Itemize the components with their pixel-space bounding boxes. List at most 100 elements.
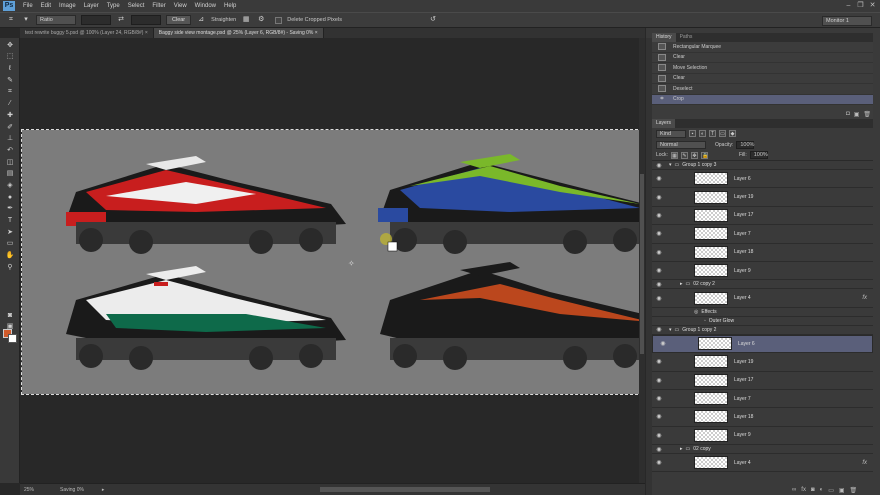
eyedropper-tool-icon[interactable]: ⁄ xyxy=(4,99,16,108)
menu-layer[interactable]: Layer xyxy=(84,3,99,9)
eye-icon[interactable]: ◉ xyxy=(655,377,663,384)
filter-shape-icon[interactable]: ▭ xyxy=(719,130,726,137)
layer-row[interactable]: ◉ Layer 9 xyxy=(652,427,873,446)
eye-icon[interactable]: ◉ xyxy=(655,395,663,402)
eye-icon[interactable]: ◦ xyxy=(704,318,706,324)
fx-icon[interactable]: fx xyxy=(801,487,806,494)
pen-tool-icon[interactable]: ✒ xyxy=(4,204,16,213)
arrow-right-icon[interactable]: ▸ xyxy=(102,487,105,493)
zoom-level[interactable]: 25% xyxy=(24,487,34,493)
move-tool-icon[interactable]: ✥ xyxy=(4,41,16,50)
eye-icon[interactable]: ◉ xyxy=(655,175,663,182)
history-brush-icon[interactable]: ↶ xyxy=(4,146,16,155)
menu-edit[interactable]: Edit xyxy=(41,3,51,9)
background-color[interactable] xyxy=(8,334,17,343)
eye-icon[interactable]: ◉ xyxy=(655,358,663,365)
eye-icon[interactable]: ◉ xyxy=(659,340,667,348)
eye-icon[interactable]: ◉ xyxy=(655,212,663,219)
menu-select[interactable]: Select xyxy=(128,3,145,9)
shape-tool-icon[interactable]: ▭ xyxy=(4,239,16,248)
history-item[interactable]: Deselect xyxy=(652,84,873,95)
hand-tool-icon[interactable]: ✋ xyxy=(4,251,16,260)
eye-icon[interactable]: ◉ xyxy=(655,281,663,288)
height-field[interactable] xyxy=(131,15,161,25)
layer-row[interactable]: ◉ Layer 17 xyxy=(652,207,873,226)
filter-type-icon[interactable]: T xyxy=(709,130,716,137)
canvas-area[interactable]: ✧ xyxy=(20,38,660,483)
layer-row[interactable]: ◉ Layer 7 xyxy=(652,390,873,409)
eraser-tool-icon[interactable]: ◫ xyxy=(4,158,16,167)
layer-row-selected[interactable]: ◉ Layer 6 xyxy=(652,334,873,354)
menu-help[interactable]: Help xyxy=(224,3,236,9)
fill-field[interactable]: 100% xyxy=(749,151,768,159)
menu-view[interactable]: View xyxy=(174,3,187,9)
eye-icon[interactable]: ◉ xyxy=(655,326,663,333)
type-tool-icon[interactable]: T xyxy=(4,216,16,225)
layer-group-row[interactable]: ◉ ▾ ▭ Group 1 copy 2 xyxy=(652,326,873,335)
lock-position-icon[interactable]: ✥ xyxy=(690,151,698,159)
delete-cropped-checkbox[interactable] xyxy=(275,16,283,24)
crop-tool-icon[interactable]: ⌗ xyxy=(6,15,16,25)
eye-icon[interactable]: ◉ xyxy=(655,267,663,274)
tab-baggy-montage[interactable]: Baggy side view montage.psd @ 25% (Layer… xyxy=(153,28,324,38)
lasso-tool-icon[interactable]: ℓ xyxy=(4,64,16,73)
menu-file[interactable]: File xyxy=(23,3,33,9)
quick-select-tool-icon[interactable]: ✎ xyxy=(4,76,16,85)
tab-layers[interactable]: Layers xyxy=(652,119,676,128)
new-document-icon[interactable]: ▣ xyxy=(854,111,860,118)
menu-type[interactable]: Type xyxy=(107,3,120,9)
folder-icon[interactable]: ▭ xyxy=(828,487,834,494)
layer-row[interactable]: ◉ Layer 7 xyxy=(652,225,873,244)
tab-history[interactable]: History xyxy=(652,33,676,42)
eye-icon[interactable]: ◉ xyxy=(655,413,663,420)
layer-row[interactable]: ◉ Layer 17 xyxy=(652,372,873,390)
blur-tool-icon[interactable]: ◈ xyxy=(4,181,16,190)
eye-icon[interactable]: ◉ xyxy=(655,162,663,169)
close-icon[interactable]: ✕ xyxy=(868,1,877,10)
fx-icon[interactable]: fx xyxy=(862,460,867,466)
filter-adjust-icon[interactable]: ◐ xyxy=(699,130,706,137)
adjustment-icon[interactable]: ◐ xyxy=(820,487,824,494)
layer-row[interactable]: ◉ Layer 4 fx xyxy=(652,454,873,473)
close-icon[interactable]: × xyxy=(315,30,318,36)
gear-icon[interactable]: ⚙ xyxy=(256,15,266,25)
ratio-select[interactable]: Ratio xyxy=(36,15,76,25)
menu-image[interactable]: Image xyxy=(59,3,76,9)
vertical-scrollbar[interactable] xyxy=(639,38,645,483)
straighten-label[interactable]: Straighten xyxy=(211,17,236,23)
effects-row[interactable]: ◎ Effects xyxy=(652,308,873,317)
layer-row[interactable]: ◉ Layer 18 xyxy=(652,244,873,262)
workspace-select[interactable]: Monitor 1 xyxy=(822,16,872,26)
filter-smart-icon[interactable]: ◆ xyxy=(729,130,736,137)
minimize-icon[interactable]: – xyxy=(844,1,853,10)
history-item[interactable]: Clear xyxy=(652,53,873,63)
eye-icon[interactable]: ◉ xyxy=(655,194,663,201)
menu-window[interactable]: Window xyxy=(195,3,216,9)
layer-group-row[interactable]: ◉ ▸ ▭ 02 copy xyxy=(652,445,873,455)
chevron-down-icon[interactable]: ▾ xyxy=(669,327,672,333)
document-canvas[interactable]: ✧ xyxy=(21,129,660,395)
path-select-tool-icon[interactable]: ➤ xyxy=(4,228,16,237)
swap-icon[interactable]: ⇄ xyxy=(116,15,126,25)
healing-tool-icon[interactable]: ✚ xyxy=(4,111,16,120)
link-icon[interactable]: ∞ xyxy=(792,487,796,494)
chevron-right-icon[interactable]: ▸ xyxy=(680,446,683,452)
restore-icon[interactable]: ❐ xyxy=(856,1,865,10)
screen-mode-icon[interactable]: ▣ xyxy=(4,322,16,331)
layer-row[interactable]: ◉ Layer 9 xyxy=(652,262,873,281)
layer-group-row[interactable]: ◉ ▸ ▭ 02 copy 2 xyxy=(652,280,873,290)
history-item[interactable]: Clear xyxy=(652,74,873,84)
close-icon[interactable]: × xyxy=(145,30,148,36)
eye-icon[interactable]: ◉ xyxy=(655,230,663,237)
scroll-thumb[interactable] xyxy=(640,174,644,354)
fx-icon[interactable]: fx xyxy=(862,295,867,301)
layer-row[interactable]: ◉ Layer 6 xyxy=(652,170,873,189)
filter-kind-select[interactable]: Kind xyxy=(656,129,686,138)
zoom-tool-icon[interactable]: ⚲ xyxy=(4,263,16,272)
layer-row[interactable]: ◉ Layer 19 xyxy=(652,353,873,372)
quick-mask-icon[interactable]: ◙ xyxy=(4,311,16,320)
width-field[interactable] xyxy=(81,15,111,25)
filter-pixel-icon[interactable]: ▪ xyxy=(689,130,696,137)
opacity-field[interactable]: 100% xyxy=(736,140,754,149)
effect-outer-glow-row[interactable]: ◦ Outer Glow xyxy=(652,317,873,326)
